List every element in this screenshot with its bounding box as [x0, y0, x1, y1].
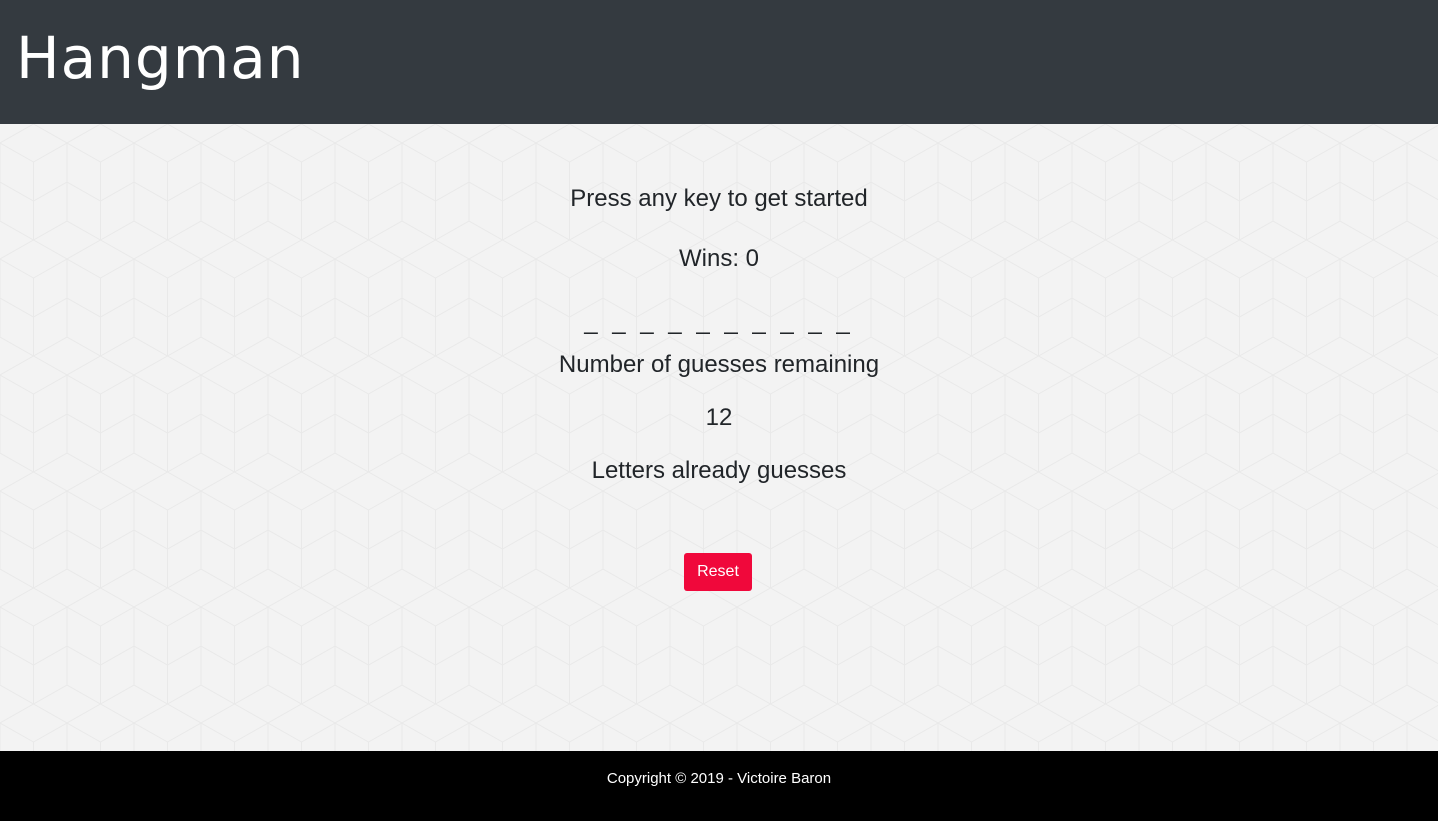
wins-count: Wins: 0 [678, 245, 759, 272]
page-header: Hangman [0, 0, 1438, 124]
background-pattern [0, 124, 1438, 751]
word-display: _ _ _ _ _ _ _ _ _ _ [584, 308, 854, 335]
guesses-remaining-value: 12 [705, 404, 733, 431]
page-title: Hangman [16, 24, 305, 92]
page-footer: Copyright © 2019 - Victoire Baron [0, 751, 1438, 821]
copyright-text: Copyright © 2019 - Victoire Baron [606, 770, 832, 787]
letters-guessed-label: Letters already guesses [591, 457, 847, 484]
guesses-remaining-label: Number of guesses remaining [558, 351, 880, 378]
reset-button[interactable]: Reset [684, 553, 752, 591]
game-area: Press any key to get started Wins: 0 _ _… [0, 124, 1438, 751]
start-prompt: Press any key to get started [570, 185, 868, 212]
